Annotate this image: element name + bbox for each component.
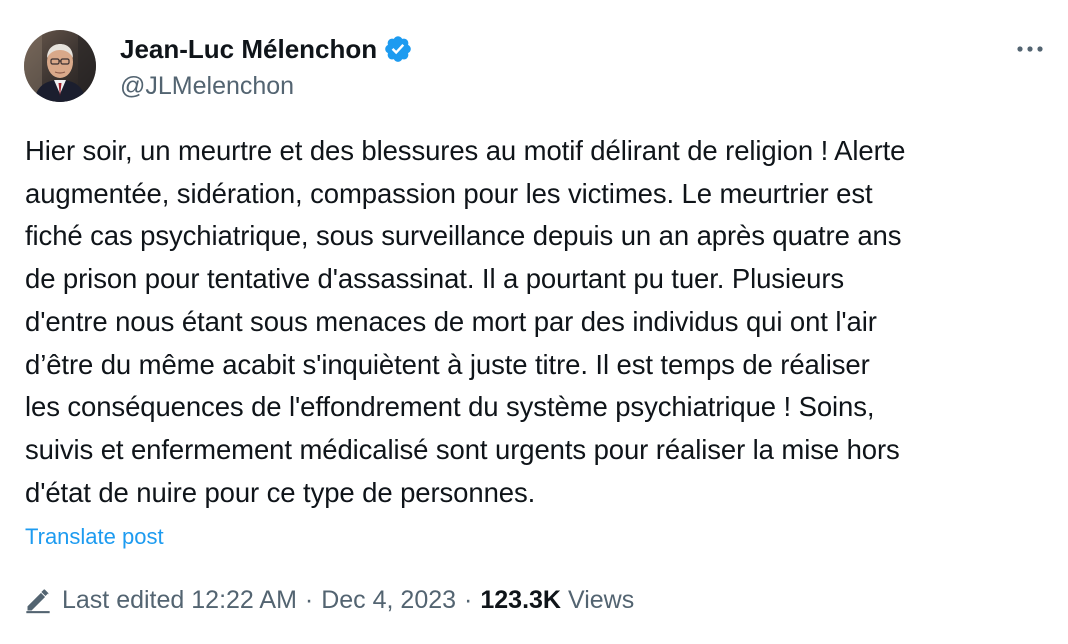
views-label: Views: [568, 585, 635, 614]
tweet-text: Hier soir, un meurtre et des blessures a…: [25, 135, 906, 508]
avatar[interactable]: [24, 30, 96, 102]
edited-timestamp[interactable]: Last edited 12:22 AM: [62, 586, 297, 615]
pencil-icon[interactable]: [24, 586, 52, 614]
tweet-meta: Last edited 12:22 AM · Dec 4, 2023 · 123…: [24, 582, 634, 618]
avatar-photo: [24, 30, 96, 102]
more-options-button[interactable]: [1010, 34, 1050, 64]
verified-badge-icon[interactable]: [383, 34, 413, 64]
post-date[interactable]: Dec 4, 2023: [321, 586, 456, 615]
author-handle[interactable]: @JLMelenchon: [120, 70, 294, 102]
author-name-row: Jean-Luc Mélenchon: [120, 32, 413, 66]
translate-post-link[interactable]: Translate post: [25, 522, 164, 552]
meta-separator: ·: [464, 585, 473, 614]
more-horizontal-icon: [1017, 46, 1043, 52]
author-name[interactable]: Jean-Luc Mélenchon: [120, 32, 377, 66]
meta-separator: ·: [304, 585, 314, 614]
views-count: 123.3K: [480, 585, 561, 614]
